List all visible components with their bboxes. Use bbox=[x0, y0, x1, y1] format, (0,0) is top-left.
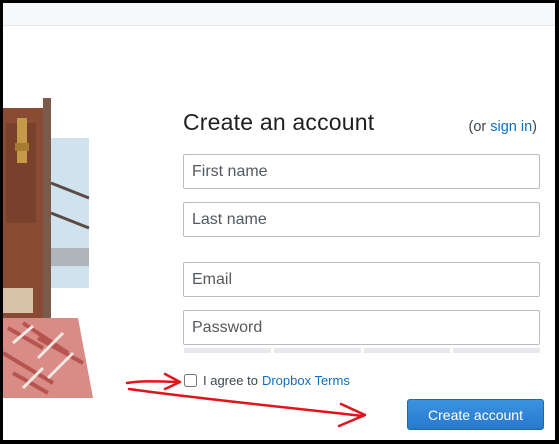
signin-suffix: ) bbox=[532, 119, 537, 135]
first-name-field[interactable] bbox=[183, 154, 540, 189]
signin-hint: (or sign in) bbox=[468, 119, 537, 135]
last-name-field[interactable] bbox=[183, 202, 540, 237]
signin-link[interactable]: sign in bbox=[490, 119, 532, 135]
signin-prefix: (or bbox=[468, 119, 491, 135]
terms-agreement: I agree to Dropbox Terms bbox=[184, 373, 350, 388]
strength-segment bbox=[184, 348, 271, 353]
strength-segment bbox=[273, 348, 361, 353]
password-strength-meter bbox=[184, 348, 540, 353]
terms-link[interactable]: Dropbox Terms bbox=[262, 373, 350, 388]
strength-segment bbox=[453, 348, 540, 353]
password-field[interactable] bbox=[183, 310, 540, 345]
page-title: Create an account bbox=[183, 109, 375, 135]
create-account-button[interactable]: Create account bbox=[407, 399, 544, 430]
header-band bbox=[3, 3, 555, 26]
terms-checkbox[interactable] bbox=[184, 374, 197, 387]
email-field[interactable] bbox=[183, 262, 540, 297]
door-illustration bbox=[3, 98, 93, 398]
agree-label: I agree to bbox=[203, 373, 258, 388]
strength-segment bbox=[363, 348, 451, 353]
page-frame: Create an account (or sign in) I agree t… bbox=[0, 0, 559, 444]
